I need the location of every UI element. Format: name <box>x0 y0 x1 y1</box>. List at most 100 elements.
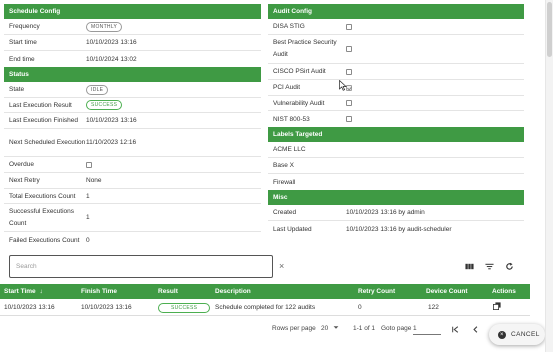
label-item-text: Base X <box>273 162 294 169</box>
cell-start-time: 10/10/2023 13:16 <box>4 304 55 311</box>
overdue-checkbox[interactable] <box>86 161 92 168</box>
scrollbar-thumb[interactable] <box>547 2 552 57</box>
sort-arrow-icon: ↓ <box>39 288 43 295</box>
audit-item-pci: PCI Audit <box>268 80 524 96</box>
last-finished-label: Last Execution Finished <box>9 117 79 124</box>
label-item-text: ACME LLC <box>273 146 306 153</box>
vulnerability-audit-checkbox[interactable] <box>346 100 352 106</box>
last-result-row: Last Execution Result SUCCESS <box>4 98 261 113</box>
success-exec-row: Successful Executions Count 1 <box>4 204 261 232</box>
updated-value: 10/10/2023 13:16 by audit-scheduler <box>346 225 452 233</box>
total-exec-value: 1 <box>86 192 90 200</box>
labels-targeted-header: Labels Targeted <box>268 127 524 142</box>
label-item-text: Firewall <box>273 178 296 186</box>
column-start-time-label: Start Time <box>4 288 36 295</box>
failed-exec-value: 0 <box>86 236 90 244</box>
success-exec-label: Successful Executions Count <box>9 207 75 227</box>
state-badge: IDLE <box>86 84 109 95</box>
disa-stig-checkbox[interactable] <box>346 23 352 30</box>
goto-page-label: Goto page <box>381 325 412 332</box>
copy-icon[interactable] <box>493 302 501 310</box>
total-exec-row: Total Executions Count 1 <box>4 189 261 204</box>
column-description[interactable]: Description <box>215 288 251 295</box>
audit-config-header: Audit Config <box>268 4 524 19</box>
cancel-button[interactable]: × CANCEL <box>489 324 545 345</box>
cell-result-badge: SUCCESS <box>158 303 211 313</box>
column-device-count[interactable]: Device Count <box>426 288 468 295</box>
column-retry-count[interactable]: Retry Count <box>358 288 395 295</box>
frequency-badge: MONTHLY <box>86 21 123 32</box>
label-item: Firewall <box>268 174 524 190</box>
created-row: Created 10/10/2023 13:16 by admin <box>268 205 524 221</box>
rows-per-page-label: Rows per page <box>272 325 316 332</box>
column-result[interactable]: Result <box>158 288 178 295</box>
audit-item-label: Best Practice Security Audit <box>273 39 337 58</box>
columns-icon[interactable] <box>465 262 474 271</box>
vertical-scrollbar[interactable] <box>545 0 553 352</box>
end-time-value: 10/10/2024 13:02 <box>86 55 137 63</box>
end-time-label: End time <box>9 55 35 63</box>
column-start-time[interactable]: Start Time ↓ <box>4 288 43 295</box>
chevron-down-icon <box>333 326 339 329</box>
audit-item-label: PCI Audit <box>273 84 301 91</box>
last-finished-row: Last Execution Finished 10/10/2023 13:16 <box>4 113 261 129</box>
goto-page-input[interactable]: 1 <box>413 323 441 335</box>
close-icon: × <box>498 330 506 339</box>
label-item: ACME LLC <box>268 142 524 158</box>
created-label: Created <box>273 209 297 216</box>
cancel-button-label: CANCEL <box>511 331 540 338</box>
success-exec-value: 1 <box>86 214 90 221</box>
next-scheduled-row: Next Scheduled Execution 11/10/2023 12:1… <box>4 129 261 157</box>
left-details-panel: Schedule Config Frequency MONTHLY Start … <box>4 4 261 248</box>
cell-finish-time: 10/10/2023 13:16 <box>81 304 132 311</box>
audit-item-label: NIST 800-53 <box>273 115 310 123</box>
updated-label: Last Updated <box>273 225 312 233</box>
search-field <box>9 255 273 278</box>
next-retry-value: None <box>86 177 102 184</box>
end-time-row: End time 10/10/2024 13:02 <box>4 51 261 67</box>
table-row[interactable]: 10/10/2023 13:16 10/10/2023 13:16 SUCCES… <box>0 299 530 316</box>
audit-item-label: Vulnerability Audit <box>273 99 325 107</box>
audit-item-best-practice: Best Practice Security Audit <box>268 35 524 64</box>
next-retry-row: Next Retry None <box>4 173 261 189</box>
start-time-row: Start time 10/10/2023 13:16 <box>4 35 261 51</box>
column-finish-time[interactable]: Finish Time <box>81 288 117 295</box>
page-range: 1-1 of 1 <box>353 325 376 332</box>
status-header: Status <box>4 67 261 82</box>
next-scheduled-value: 11/10/2023 12:16 <box>86 139 137 146</box>
state-row: State IDLE <box>4 82 261 98</box>
label-item: Base X <box>268 158 524 174</box>
filter-icon[interactable] <box>485 262 494 271</box>
failed-exec-row: Failed Executions Count 0 <box>4 232 261 248</box>
audit-item-label: CISCO PSirt Audit <box>273 68 326 75</box>
cisco-psirt-checkbox[interactable] <box>346 68 352 75</box>
next-retry-label: Next Retry <box>9 177 40 184</box>
updated-row: Last Updated 10/10/2023 13:16 by audit-s… <box>268 221 524 237</box>
first-page-icon[interactable] <box>451 326 459 333</box>
frequency-label: Frequency <box>9 23 40 30</box>
cell-description: Schedule completed for 122 audits <box>215 304 316 311</box>
nist-checkbox[interactable] <box>346 116 352 122</box>
rows-per-page-value: 20 <box>321 325 329 332</box>
mouse-cursor-icon <box>339 80 347 91</box>
clear-search-icon[interactable]: × <box>279 261 284 271</box>
executions-table-header: Start Time ↓ Finish Time Result Descript… <box>0 284 530 299</box>
created-value: 10/10/2023 13:16 by admin <box>346 209 425 216</box>
overdue-row: Overdue <box>4 157 261 173</box>
overdue-label: Overdue <box>9 161 34 168</box>
best-practice-checkbox[interactable] <box>346 46 352 52</box>
last-finished-value: 10/10/2023 13:16 <box>86 117 137 124</box>
right-details-panel: Audit Config DISA STIG Best Practice Sec… <box>268 4 524 237</box>
rows-per-page-select[interactable]: 20 <box>321 325 339 332</box>
previous-page-icon[interactable] <box>472 326 479 333</box>
audit-item-vulnerability: Vulnerability Audit <box>268 96 524 111</box>
column-actions: Actions <box>492 288 516 295</box>
start-time-label: Start time <box>9 39 37 46</box>
audit-item-cisco-psirt: CISCO PSirt Audit <box>268 64 524 80</box>
total-exec-label: Total Executions Count <box>9 192 76 200</box>
refresh-icon[interactable] <box>505 262 514 271</box>
frequency-row: Frequency MONTHLY <box>4 19 261 35</box>
cell-retry-count: 0 <box>358 304 362 311</box>
search-input[interactable] <box>10 256 272 277</box>
schedule-config-header: Schedule Config <box>4 4 261 19</box>
